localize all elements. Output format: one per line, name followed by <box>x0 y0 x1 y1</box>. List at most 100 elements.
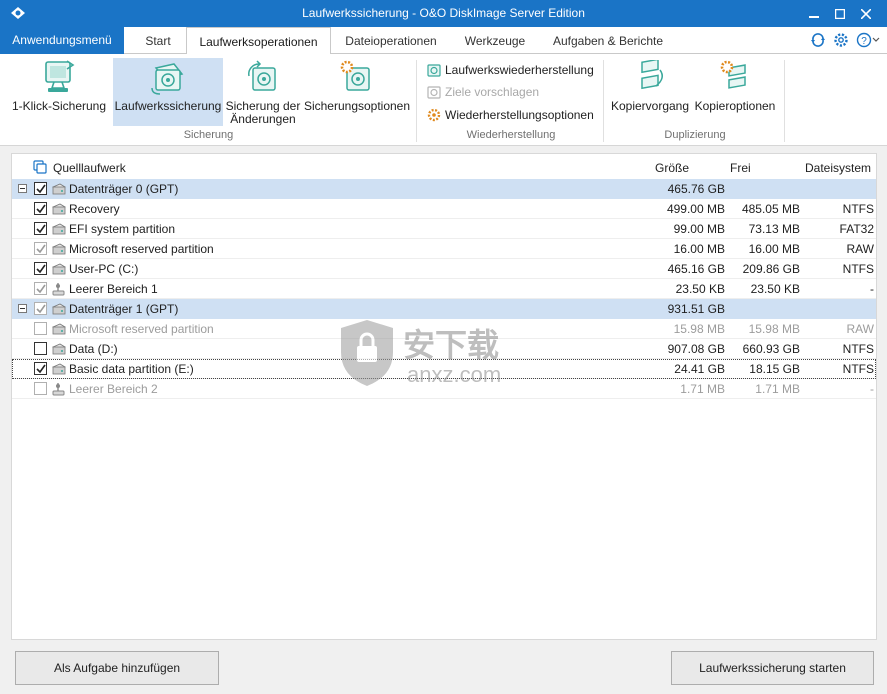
row-checkbox[interactable] <box>34 322 47 335</box>
partition-row[interactable]: Recovery 499.00 MB 485.05 MB NTFS <box>12 199 876 219</box>
row-free: 660.93 GB <box>742 342 800 356</box>
disk-row[interactable]: Datenträger 0 (GPT) 465.76 GB <box>12 179 876 199</box>
header-source[interactable]: Quelllaufwerk <box>53 161 126 175</box>
add-as-task-button[interactable]: Als Aufgabe hinzufügen <box>15 651 219 685</box>
partition-row[interactable]: Data (D:) 907.08 GB 660.93 GB NTFS <box>12 339 876 359</box>
minimize-button[interactable] <box>801 0 827 27</box>
row-free: 15.98 MB <box>748 322 800 336</box>
row-size: 99.00 MB <box>673 222 725 236</box>
drive-icon <box>52 363 66 375</box>
source-drives-icon <box>33 160 47 174</box>
row-filesystem: FAT32 <box>839 222 874 236</box>
row-free: 23.50 KB <box>750 282 800 296</box>
partition-row[interactable]: Leerer Bereich 1 23.50 KB 23.50 KB - <box>12 279 876 299</box>
refresh-icon[interactable] <box>810 32 826 48</box>
partition-row[interactable]: Microsoft reserved partition 15.98 MB 15.9… <box>12 319 876 339</box>
restore-options-button[interactable]: Wiederherstellungsoptionen <box>426 105 601 125</box>
disk-row[interactable]: Datenträger 1 (GPT) 931.51 GB <box>12 299 876 319</box>
row-filesystem: - <box>870 382 874 396</box>
suggest-targets-label: Ziele vorschlagen <box>445 85 540 99</box>
row-free: 485.05 MB <box>741 202 800 216</box>
row-filesystem: RAW <box>846 242 874 256</box>
source-drive-list[interactable]: Quelllaufwerk Größe Frei Dateisystem Dat… <box>11 153 877 640</box>
header-free[interactable]: Frei <box>730 161 751 175</box>
one-click-backup-button[interactable]: 1-Klick-Sicherung <box>6 58 112 126</box>
partition-row[interactable]: Basic data partition (E:) 24.41 GB 18.15 G… <box>12 359 876 379</box>
svg-text:?: ? <box>861 36 867 47</box>
row-name: Leerer Bereich 1 <box>69 282 158 296</box>
row-free: 18.15 GB <box>749 362 800 376</box>
row-checkbox[interactable] <box>34 202 47 215</box>
app-menu-button[interactable]: Anwendungsmenü <box>0 27 124 54</box>
row-free: 73.13 MB <box>748 222 800 236</box>
copy-options-button[interactable]: Kopieroptionen <box>692 58 778 126</box>
drive-restore-icon <box>427 64 441 77</box>
drive-icon <box>52 343 66 355</box>
row-size: 931.51 GB <box>667 302 725 316</box>
help-icon[interactable]: ? <box>856 32 880 48</box>
drive-icon <box>52 243 66 255</box>
row-name: Datenträger 1 (GPT) <box>69 302 179 316</box>
row-checkbox[interactable] <box>34 362 47 375</box>
row-name: Datenträger 0 (GPT) <box>69 182 179 196</box>
checkmark-icon <box>36 284 46 294</box>
restore-options-label: Wiederherstellungsoptionen <box>445 108 594 122</box>
row-checkbox[interactable] <box>34 302 47 315</box>
restore-options-gear-icon <box>427 108 441 122</box>
one-click-backup-label: 1-Klick-Sicherung <box>11 99 107 113</box>
backup-options-button[interactable]: Sicherungsoptionen <box>303 58 411 126</box>
tab-start[interactable]: Start <box>134 27 182 54</box>
copy-options-label: Kopieroptionen <box>694 99 776 113</box>
row-name: Microsoft reserved partition <box>69 242 214 256</box>
row-checkbox[interactable] <box>34 222 47 235</box>
row-checkbox[interactable] <box>34 342 47 355</box>
row-size: 465.76 GB <box>667 182 725 196</box>
partition-row[interactable]: Leerer Bereich 2 1.71 MB 1.71 MB - <box>12 379 876 399</box>
tab-file-operations[interactable]: Dateioperationen <box>336 27 446 54</box>
row-checkbox[interactable] <box>34 382 47 395</box>
tab-drive-operations[interactable]: Laufwerksoperationen <box>186 27 331 55</box>
close-button[interactable] <box>853 0 879 27</box>
checkmark-icon <box>36 184 46 194</box>
collapse-toggle[interactable] <box>18 184 27 193</box>
row-size: 907.08 GB <box>667 342 725 356</box>
title-bar: Laufwerkssicherung - O&O DiskImage Serve… <box>0 0 887 27</box>
partition-row[interactable]: EFI system partition 99.00 MB 73.13 MB FAT3… <box>12 219 876 239</box>
tab-tasks-reports[interactable]: Aufgaben & Berichte <box>542 27 674 54</box>
row-checkbox[interactable] <box>34 262 47 275</box>
row-free: 1.71 MB <box>755 382 800 396</box>
copy-button[interactable]: Kopiervorgang <box>610 58 690 126</box>
row-name: Data (D:) <box>69 342 118 356</box>
header-size[interactable]: Größe <box>655 161 689 175</box>
row-checkbox[interactable] <box>34 282 47 295</box>
row-checkbox[interactable] <box>34 182 47 195</box>
row-size: 24.41 GB <box>674 362 725 376</box>
partition-row[interactable]: Microsoft reserved partition 16.00 MB 16.0… <box>12 239 876 259</box>
drive-backup-icon <box>151 63 184 95</box>
drive-icon <box>52 203 66 215</box>
one-click-backup-icon <box>45 60 75 92</box>
tab-tools[interactable]: Werkzeuge <box>456 27 534 54</box>
header-filesystem[interactable]: Dateisystem <box>805 161 871 175</box>
drive-backup-label: Laufwerkssicherung <box>114 99 222 113</box>
drive-icon <box>52 303 66 315</box>
checkmark-icon <box>36 224 46 234</box>
settings-gear-icon[interactable] <box>833 32 849 48</box>
row-name: Microsoft reserved partition <box>69 322 214 336</box>
row-checkbox[interactable] <box>34 242 47 255</box>
window-title: Laufwerkssicherung - O&O DiskImage Serve… <box>302 6 585 20</box>
drive-backup-button[interactable]: Laufwerkssicherung <box>113 58 223 126</box>
drive-restore-label: Laufwerkswiederherstellung <box>445 63 594 77</box>
maximize-button[interactable] <box>827 0 853 27</box>
row-name: Leerer Bereich 2 <box>69 382 158 396</box>
row-name: Basic data partition (E:) <box>69 362 194 376</box>
start-drive-backup-button[interactable]: Laufwerkssicherung starten <box>671 651 874 685</box>
collapse-toggle[interactable] <box>18 304 27 313</box>
drive-restore-button[interactable]: Laufwerkswiederherstellung <box>426 60 601 80</box>
row-size: 1.71 MB <box>680 382 725 396</box>
checkmark-icon <box>36 204 46 214</box>
ribbon-panel: 1-Klick-Sicherung Laufwerkssicherung Sic… <box>0 54 887 146</box>
row-filesystem: NTFS <box>842 342 874 356</box>
incremental-backup-button[interactable]: Sicherung der Änderungen <box>223 58 303 126</box>
partition-row[interactable]: User-PC (C:) 465.16 GB 209.86 GB NTFS <box>12 259 876 279</box>
